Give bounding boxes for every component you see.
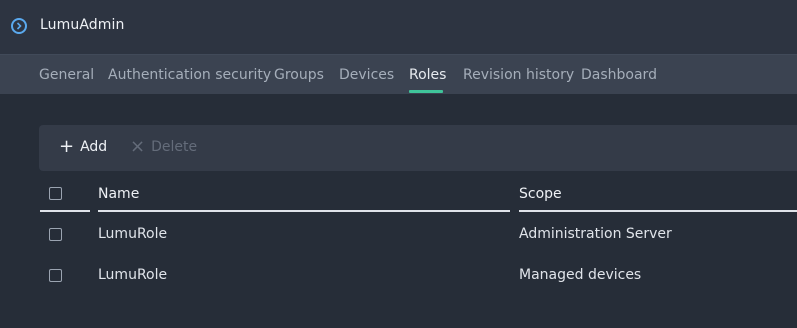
role-scope: Managed devices: [519, 267, 642, 283]
delete-button-label: Delete: [151, 139, 198, 155]
role-scope: Administration Server: [519, 226, 672, 242]
header-bar: LumuAdmin: [0, 0, 797, 54]
role-name[interactable]: LumuRole: [98, 226, 167, 242]
column-divider-name: [98, 210, 510, 212]
toolbar: + Add × Delete: [39, 125, 797, 171]
row-checkbox[interactable]: [49, 228, 62, 241]
select-all-checkbox[interactable]: [49, 187, 62, 200]
row-checkbox[interactable]: [49, 269, 62, 282]
tab-revision-history[interactable]: Revision history: [463, 67, 574, 83]
app-title: LumuAdmin: [40, 17, 125, 33]
column-divider-scope: [519, 210, 797, 212]
chevron-right-circle-icon[interactable]: [11, 18, 27, 34]
close-icon: ×: [130, 136, 146, 157]
tab-authentication-security[interactable]: Authentication security: [108, 67, 271, 83]
tab-groups[interactable]: Groups: [274, 67, 324, 83]
tab-roles[interactable]: Roles: [409, 67, 446, 83]
column-header-name[interactable]: Name: [98, 186, 139, 202]
tab-dashboard[interactable]: Dashboard: [581, 67, 657, 83]
column-header-scope[interactable]: Scope: [519, 186, 562, 202]
tab-bar: General Authentication security Groups D…: [0, 54, 797, 94]
add-button-label: Add: [80, 139, 108, 155]
column-divider-select: [40, 210, 90, 212]
tab-general[interactable]: General: [39, 67, 94, 83]
tab-devices[interactable]: Devices: [339, 67, 394, 83]
active-tab-indicator: [409, 90, 443, 93]
delete-button[interactable]: × Delete: [130, 138, 197, 156]
plus-icon: +: [59, 136, 75, 157]
add-button[interactable]: + Add: [59, 138, 107, 156]
role-name[interactable]: LumuRole: [98, 267, 167, 283]
